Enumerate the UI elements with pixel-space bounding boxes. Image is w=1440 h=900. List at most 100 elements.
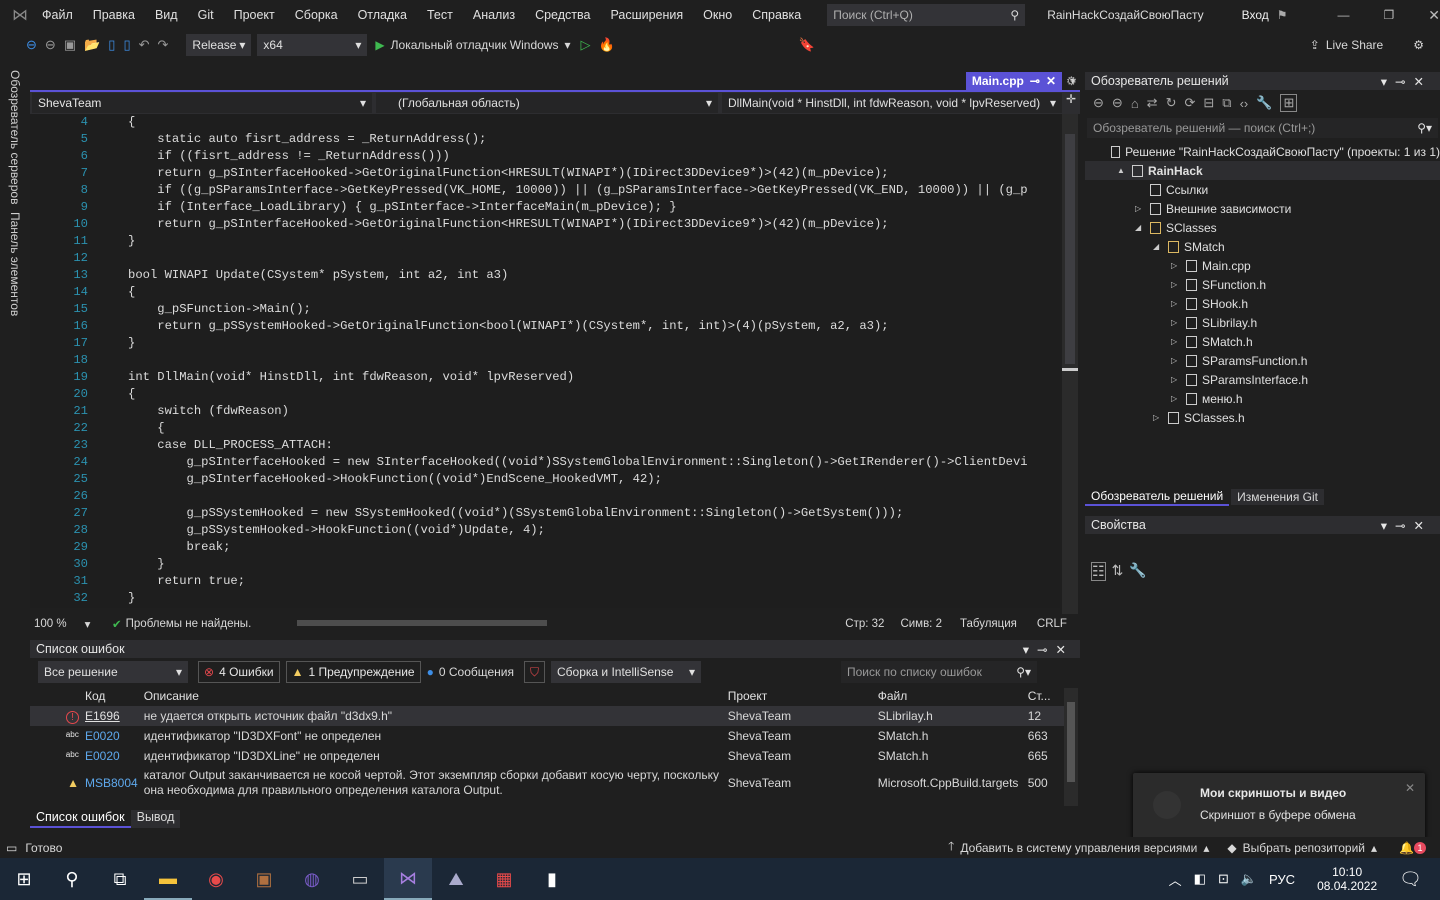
solution-search-input[interactable]: Обозреватель решений — поиск (Ctrl+;) ⚲▾ [1087, 118, 1438, 138]
rubik-app-icon[interactable]: ▦ [480, 858, 528, 900]
terminal-icon[interactable]: ▭ [336, 858, 384, 900]
code-line[interactable]: 27 g_pSSystemHooked = new SSystemHooked(… [30, 505, 1060, 522]
menu-item[interactable]: Расширения [610, 8, 683, 22]
code-line[interactable]: 21 switch (fdwReason) [30, 403, 1060, 420]
toolbox-tab[interactable]: Панель элементов [8, 212, 22, 316]
code-line[interactable]: 22 { [30, 420, 1060, 437]
tree-item[interactable]: ▲ RainHack [1085, 161, 1440, 180]
select-repository[interactable]: Выбрать репозиторий [1243, 841, 1365, 855]
project-dropdown[interactable]: ShevaTeam ▾ [32, 93, 372, 113]
code-line[interactable]: 4{ [30, 114, 1060, 131]
code-line[interactable]: 31 return true; [30, 573, 1060, 590]
search-taskbar-icon[interactable]: ⚲ [48, 858, 96, 900]
tree-item[interactable]: ▷ SParamsFunction.h [1085, 351, 1440, 370]
collapse-icon[interactable]: ⊟ [1203, 95, 1214, 111]
start-button[interactable]: ⊞ [0, 858, 48, 900]
code-line[interactable]: 24 g_pSInterfaceHooked = new SInterfaceH… [30, 454, 1060, 471]
code-line[interactable]: 16 return g_pSSystemHooked->GetOriginalF… [30, 318, 1060, 335]
expander-icon[interactable]: ▷ [1171, 299, 1181, 308]
errors-filter-button[interactable]: ⊗ 4 Ошибки [198, 661, 280, 683]
history-icon[interactable]: ↻ [1166, 95, 1177, 111]
tree-item[interactable]: ▷ Main.cpp [1085, 256, 1440, 275]
code-line[interactable]: 14 { [30, 284, 1060, 301]
refresh-icon[interactable]: ⟳ [1184, 95, 1195, 111]
tray-chevron-icon[interactable]: ︿ [1169, 870, 1182, 889]
editor-vertical-scrollbar[interactable] [1062, 114, 1078, 614]
menu-item[interactable]: Тест [427, 8, 453, 22]
tree-item[interactable]: ▷ SHook.h [1085, 294, 1440, 313]
menu-item[interactable]: Окно [703, 8, 732, 22]
monitor-app-icon[interactable]: ▮ [528, 858, 576, 900]
close-tab-icon[interactable]: ✕ [1046, 74, 1056, 90]
col-code[interactable]: Код [82, 686, 141, 706]
zoom-dropdown[interactable]: 100 % ▾ [30, 617, 92, 631]
tabs-indicator[interactable]: Табуляция [960, 618, 1017, 630]
code-icon[interactable]: ‹› [1240, 96, 1249, 111]
expander-icon[interactable]: ▷ [1171, 356, 1181, 365]
config-dropdown[interactable]: Release ▾ [186, 34, 252, 56]
visual-studio-icon[interactable]: ⋈ [384, 858, 432, 900]
member-dropdown[interactable]: DllMain(void * HinstDll, int fdwReason, … [722, 93, 1062, 113]
categorized-icon[interactable]: ☷ [1091, 562, 1106, 581]
scope-filter-dropdown[interactable]: Все решение ▾ [38, 661, 188, 683]
expander-icon[interactable]: ▷ [1153, 413, 1163, 422]
expander-icon[interactable]: ▷ [1171, 280, 1181, 289]
code-line[interactable]: 5 static auto fisrt_address = _ReturnAdd… [30, 131, 1060, 148]
save-all-icon[interactable]: ▯ [123, 37, 130, 53]
property-pages-icon[interactable]: 🔧 [1129, 562, 1146, 581]
menu-item[interactable]: Средства [535, 8, 590, 22]
code-line[interactable]: 15 g_pSFunction->Main(); [30, 301, 1060, 318]
panel-controls-icon[interactable]: ▾⊸✕ [1381, 518, 1432, 533]
platform-dropdown[interactable]: x64 ▾ [257, 34, 368, 56]
split-icon[interactable]: ✛ [1066, 92, 1076, 114]
code-line[interactable]: 12 [30, 250, 1060, 267]
close-toast-icon[interactable]: ✕ [1405, 781, 1415, 795]
code-line[interactable]: 23 case DLL_PROCESS_ATTACH: [30, 437, 1060, 454]
tor-icon[interactable]: ◍ [288, 858, 336, 900]
tab-output[interactable]: Вывод [130, 810, 181, 828]
minimize-button[interactable]: — [1338, 8, 1350, 22]
expander-icon[interactable]: ▷ [1171, 318, 1181, 327]
error-code-link[interactable]: E0020 [85, 749, 120, 763]
code-line[interactable]: 25 g_pSInterfaceHooked->HookFunction((vo… [30, 471, 1060, 488]
menu-item[interactable]: Вид [155, 8, 178, 22]
expander-icon[interactable]: ▷ [1171, 261, 1181, 270]
tab-error-list[interactable]: Список ошибок [30, 810, 131, 828]
code-line[interactable]: 13 bool WINAPI Update(CSystem* pSystem, i… [30, 267, 1060, 284]
redo-icon[interactable]: ↷ [158, 37, 169, 53]
error-code-link[interactable]: MSB8004 [85, 776, 138, 790]
home-icon[interactable]: ⌂ [1131, 96, 1139, 111]
start-debugger-button[interactable]: ▶ Локальный отладчик Windows ▾ [375, 38, 570, 52]
expander-icon[interactable]: ▷ [1171, 375, 1181, 384]
error-row[interactable]: ▲ MSB8004 каталог Output заканчивается н… [30, 766, 1066, 800]
app-icon[interactable]: ▣ [240, 858, 288, 900]
tree-item[interactable]: ▷ SLibrilay.h [1085, 313, 1440, 332]
forward-icon[interactable]: ⊖ [45, 37, 56, 53]
add-to-source-control[interactable]: Добавить в систему управления версиями [960, 841, 1197, 855]
error-row[interactable]: ! E1696 не удается открыть источник файл… [30, 706, 1066, 726]
undo-icon[interactable]: ↶ [139, 37, 150, 53]
eol-indicator[interactable]: CRLF [1037, 618, 1067, 630]
tree-item[interactable]: ◢ SMatch [1085, 237, 1440, 256]
menu-item[interactable]: Анализ [473, 8, 515, 22]
back-icon[interactable]: ⊖ [26, 37, 37, 53]
code-line[interactable]: 8 if ((g_pSParamsInterface->GetKeyPresse… [30, 182, 1060, 199]
live-share-button[interactable]: ⇪ Live Share ⚙ [1310, 38, 1424, 52]
action-center-icon[interactable]: 🗨 [1399, 869, 1422, 890]
webcam-icon[interactable]: ◧ [1194, 871, 1206, 887]
expander-icon[interactable]: ▷ [1171, 394, 1181, 403]
error-row[interactable]: ᵃᵇᶜ E0020 идентификатор "ID3DXLine" не о… [30, 746, 1066, 766]
error-code-link[interactable]: E0020 [85, 729, 120, 743]
code-line[interactable]: 10 return g_pSInterfaceHooked->GetOrigin… [30, 216, 1060, 233]
expander-icon[interactable]: ▲ [1117, 166, 1127, 175]
filter-button[interactable]: ⛉ [523, 661, 545, 683]
tree-item[interactable]: ▷ SFunction.h [1085, 275, 1440, 294]
hot-reload-icon[interactable]: 🔥 [599, 37, 615, 53]
language-indicator[interactable]: РУС [1269, 872, 1295, 887]
new-project-icon[interactable]: ▣ [64, 37, 76, 53]
server-explorer-tab[interactable]: Обозреватель серверов [8, 70, 22, 204]
photos-icon[interactable]: ⛰ [432, 858, 480, 900]
tree-item[interactable]: ▷ Внешние зависимости [1085, 199, 1440, 218]
code-line[interactable]: 11} [30, 233, 1060, 250]
issues-status[interactable]: Проблемы не найдены. [126, 618, 252, 630]
